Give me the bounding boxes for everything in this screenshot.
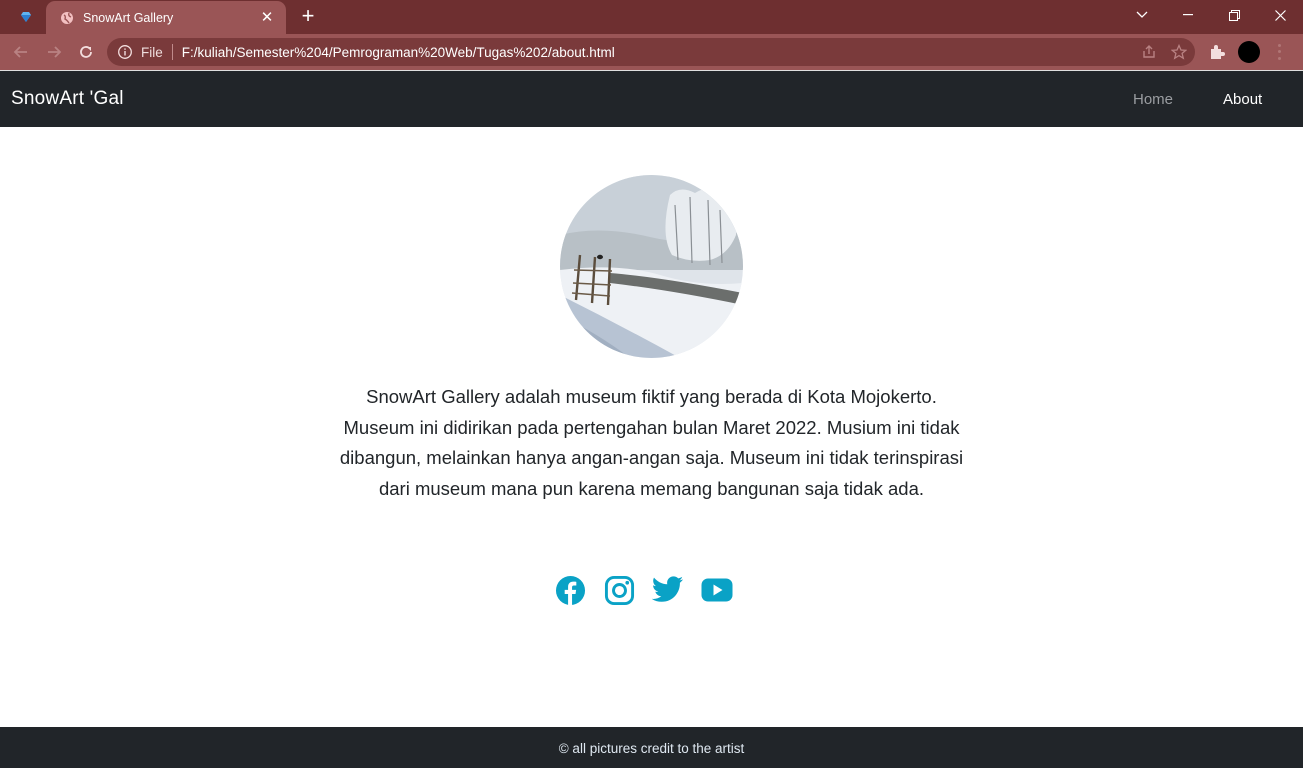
minimize-button[interactable] [1165, 0, 1211, 30]
youtube-link[interactable] [700, 573, 734, 607]
omnibox-divider [171, 44, 173, 60]
twitter-link[interactable] [651, 573, 685, 607]
tab-close-icon[interactable]: ✕ [258, 9, 276, 27]
arrow-left-icon [13, 46, 27, 58]
browser-tab[interactable]: SnowArt Gallery ✕ [46, 1, 286, 34]
reload-icon [80, 46, 92, 58]
info-icon[interactable] [117, 44, 133, 60]
gem-icon [21, 12, 31, 22]
tab-search-button[interactable] [8, 4, 44, 30]
close-icon [1274, 9, 1286, 21]
address-bar[interactable]: File F:/kuliah/Semester%204/Pemrograman%… [107, 38, 1195, 66]
profile-avatar[interactable] [1238, 41, 1260, 63]
instagram-link[interactable] [602, 573, 636, 607]
site-brand[interactable]: SnowArt 'Gal [11, 88, 124, 110]
back-button[interactable] [10, 41, 32, 63]
page-viewport: SnowArt 'Gal Home About SnowArt Gallery … [0, 70, 1303, 768]
scheme-label: File [141, 44, 163, 60]
tab-list-button[interactable] [1119, 0, 1165, 30]
forward-button[interactable] [43, 41, 65, 63]
site-footer: © all pictures credit to the artist [0, 727, 1303, 768]
url-text[interactable]: F:/kuliah/Semester%204/Pemrograman%20Web… [182, 45, 615, 60]
close-window-button[interactable] [1257, 0, 1303, 30]
restore-button[interactable] [1211, 0, 1257, 30]
facebook-link[interactable] [553, 573, 587, 607]
nav-link-home[interactable]: Home [1133, 91, 1173, 108]
globe-icon [60, 11, 74, 25]
share-icon[interactable] [1141, 44, 1157, 60]
chevron-down-icon [1136, 11, 1148, 18]
browser-tabstrip: SnowArt Gallery ✕ + [0, 0, 1303, 34]
arrow-right-icon [48, 46, 62, 58]
restore-icon [1228, 9, 1240, 21]
new-tab-button[interactable]: + [296, 5, 320, 29]
browser-toolbar: File F:/kuliah/Semester%204/Pemrograman%… [0, 34, 1303, 70]
omnibox-actions [1141, 44, 1187, 60]
about-description: SnowArt Gallery adalah museum fiktif yan… [339, 386, 964, 499]
youtube-icon [701, 578, 733, 602]
extensions-icon[interactable] [1208, 43, 1226, 61]
tab-title: SnowArt Gallery [83, 10, 174, 25]
browser-menu-icon[interactable] [1274, 42, 1284, 62]
gallery-painting-image [560, 175, 743, 358]
instagram-icon [604, 575, 634, 605]
social-links [553, 573, 753, 607]
facebook-icon [555, 575, 585, 605]
twitter-icon [652, 576, 683, 602]
reload-button[interactable] [75, 41, 97, 63]
minimize-icon [1183, 14, 1193, 16]
nav-link-about[interactable]: About [1223, 91, 1262, 108]
star-icon[interactable] [1171, 44, 1187, 60]
footer-credit: © all pictures credit to the artist [558, 741, 745, 756]
site-navbar: SnowArt 'Gal Home About [0, 70, 1303, 127]
